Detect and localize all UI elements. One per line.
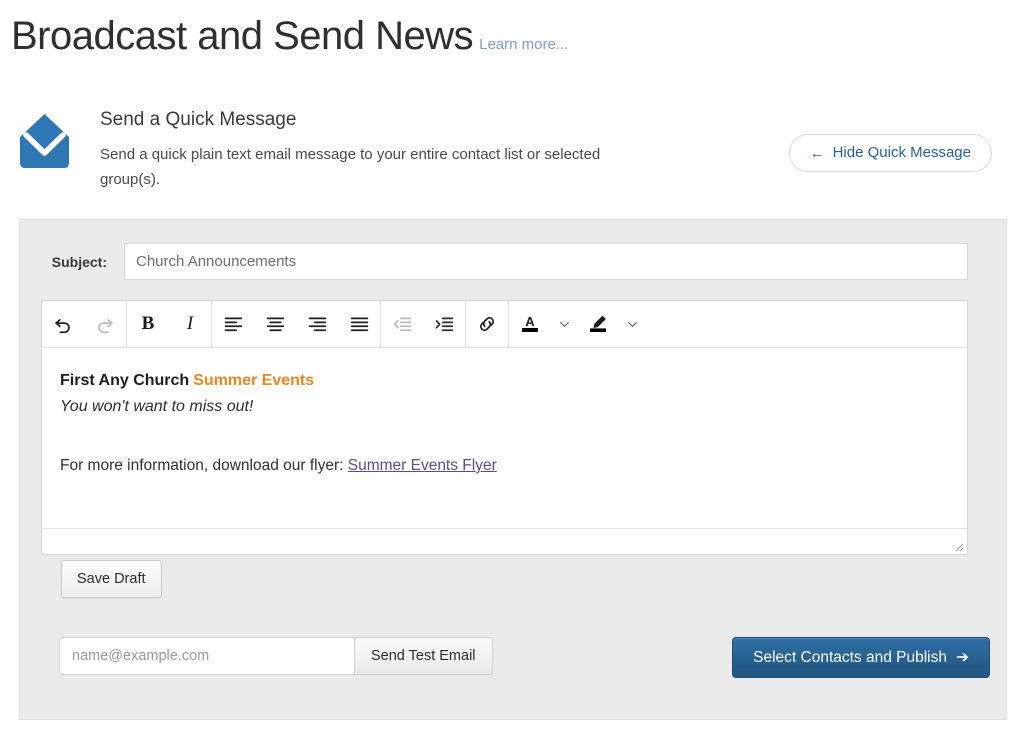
quick-message-title: Send a Quick Message [100, 109, 297, 130]
bold-icon-label: B [141, 313, 155, 334]
message-editor: B I A First Any Church Summer Events You… [41, 300, 968, 555]
resize-handle-icon[interactable] [950, 538, 964, 552]
hide-quick-message-button[interactable]: ← Hide Quick Message [788, 134, 992, 172]
align-right-icon[interactable] [296, 301, 338, 347]
redo-icon[interactable] [84, 301, 126, 347]
message-line-info-prefix: For more information, download our flyer… [60, 457, 348, 474]
align-center-icon[interactable] [254, 301, 296, 347]
hide-quick-message-label: Hide Quick Message [832, 144, 971, 161]
italic-icon[interactable]: I [169, 301, 211, 347]
highlight-color-chevron-down-icon[interactable] [619, 301, 645, 347]
indent-icon[interactable] [423, 301, 465, 347]
message-line-heading-accent: Summer Events [193, 372, 315, 389]
undo-icon[interactable] [42, 301, 84, 347]
toolbar-group-insert [466, 301, 509, 347]
toolbar-group-indentation [381, 301, 466, 347]
align-justify-icon[interactable] [338, 301, 380, 347]
message-line-heading-bold: First Any Church [60, 372, 190, 389]
page-root: Broadcast and Send News Learn more... Se… [0, 0, 1024, 743]
text-color-icon[interactable]: A [509, 301, 551, 347]
select-contacts-and-publish-button[interactable]: Select Contacts and Publish ➔ [732, 637, 990, 678]
summer-events-flyer-link[interactable]: Summer Events Flyer [348, 457, 497, 474]
message-line-heading: First Any Church Summer Events [60, 368, 949, 394]
quick-message-panel: Subject: Church Announcements B I A Firs… [19, 219, 1007, 720]
arrow-right-icon: ➔ [956, 649, 969, 666]
message-body[interactable]: First Any Church Summer Events You won't … [42, 348, 967, 528]
subject-label: Subject: [51, 253, 107, 270]
message-line-subheading: You won't want to miss out! [60, 398, 254, 415]
test-email-group: Send Test Email [59, 637, 493, 675]
link-icon[interactable] [466, 301, 508, 347]
svg-text:A: A [525, 314, 535, 329]
envelope-icon [16, 111, 73, 171]
toolbar-group-text-style: B I [127, 301, 212, 347]
toolbar-group-alignment [212, 301, 381, 347]
text-color-chevron-down-icon[interactable] [551, 301, 577, 347]
learn-more-link[interactable]: Learn more... [479, 36, 568, 54]
quick-message-intro: Send a Quick Message Send a quick plain … [16, 108, 776, 192]
align-left-icon[interactable] [212, 301, 254, 347]
send-test-email-button[interactable]: Send Test Email [354, 637, 493, 675]
editor-resize-strip [42, 528, 967, 554]
message-line-info: For more information, download our flyer… [60, 453, 949, 479]
highlight-color-icon[interactable] [577, 301, 619, 347]
subject-input[interactable] [124, 243, 968, 280]
publish-button-label: Select Contacts and Publish [753, 648, 947, 666]
toolbar-group-history [42, 301, 127, 347]
subject-row: Subject: [40, 243, 968, 280]
toolbar-group-colors: A [509, 301, 645, 347]
page-title: Broadcast and Send News [11, 14, 474, 58]
arrow-left-icon: ← [809, 144, 825, 162]
italic-icon-label: I [186, 313, 194, 334]
page-header: Broadcast and Send News Learn more... [11, 12, 568, 60]
save-draft-button[interactable]: Save Draft [61, 560, 162, 598]
quick-message-description: Send a quick plain text email message to… [100, 146, 601, 188]
test-email-input[interactable] [59, 637, 354, 675]
editor-toolbar: B I A [42, 301, 967, 348]
bold-icon[interactable]: B [127, 301, 169, 347]
outdent-icon[interactable] [381, 301, 423, 347]
